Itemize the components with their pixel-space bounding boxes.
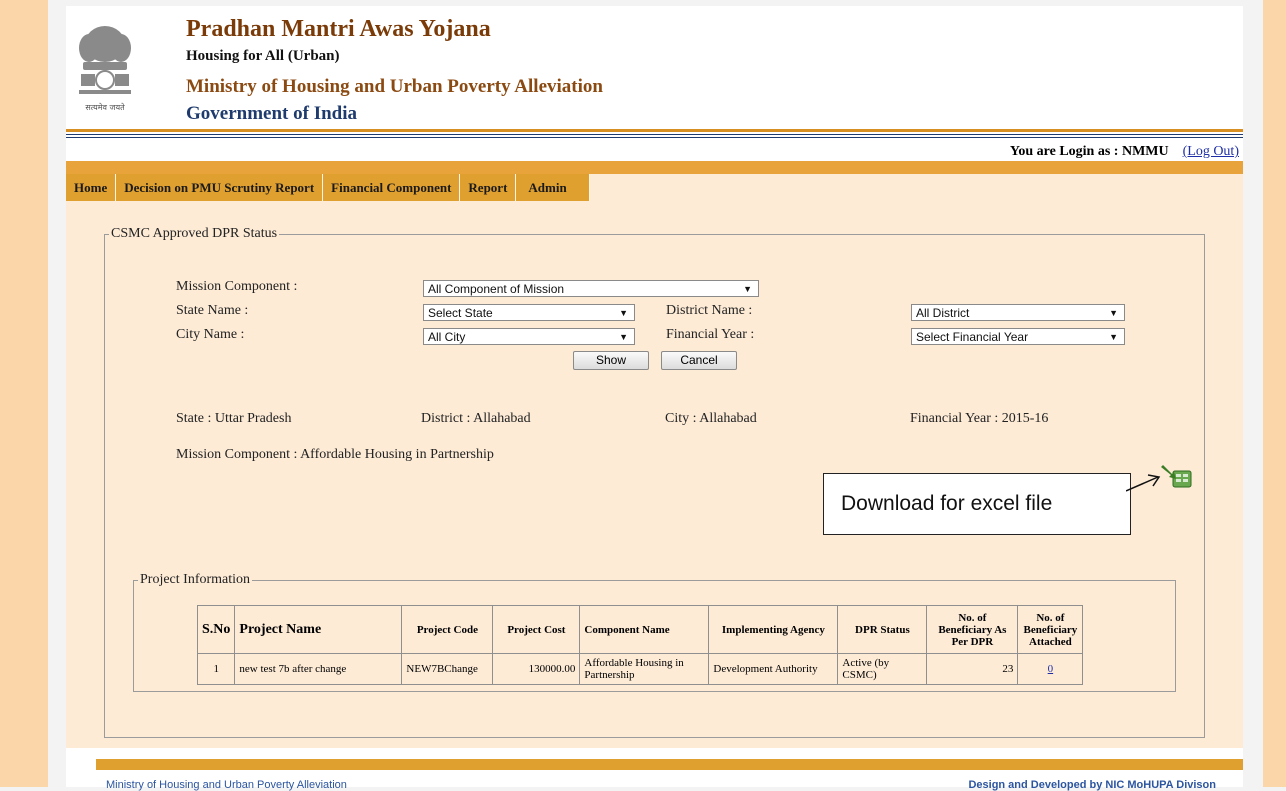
excel-download-icon[interactable] [1159, 463, 1193, 491]
emblem-motto: सत्यमेव जयते [85, 102, 125, 112]
cell-component-name: Affordable Housing in Partnership [579, 653, 710, 685]
financial-year-value: Select Financial Year [916, 330, 1029, 344]
cell-project-code: NEW7BChange [401, 653, 494, 685]
beneficiary-attached-link[interactable]: 0 [1048, 663, 1054, 675]
cell-sno: 1 [196, 653, 236, 685]
cancel-button[interactable]: Cancel [661, 351, 737, 370]
menu-item-pmu-scrutiny[interactable]: Decision on PMU Scrutiny Report [116, 174, 324, 201]
footer-credits: Design and Developed by NIC MoHUPA Divis… [968, 779, 1216, 791]
page-container: सत्यमेव जयते Pradhan Mantri Awas Yojana … [66, 6, 1243, 791]
menu-item-admin[interactable]: Admin [516, 174, 590, 201]
summary-financial-year: Financial Year : 2015-16 [910, 411, 1049, 426]
government-name: Government of India [186, 103, 357, 124]
column-header: Project Name [234, 605, 403, 654]
logout-link[interactable]: (Log Out) [1183, 144, 1239, 159]
column-header: No. of Beneficiary As Per DPR [926, 605, 1019, 654]
ministry-name: Ministry of Housing and Urban Poverty Al… [186, 76, 603, 97]
site-title: Pradhan Mantri Awas Yojana [186, 16, 491, 42]
dropdown-arrow-icon: ▼ [619, 332, 628, 342]
district-value: All District [916, 306, 970, 320]
header-divider-line [66, 137, 1243, 138]
district-label: District Name : [666, 303, 753, 318]
main-content: Home Decision on PMU Scrutiny Report Fin… [66, 161, 1243, 748]
cell-dpr-status: Active (by CSMC) [837, 653, 928, 685]
cell-beneficiary-dpr: 23 [926, 653, 1019, 685]
login-status: You are Login as : NMMU (Log Out) [1010, 144, 1239, 160]
footer-divider [96, 759, 1243, 770]
mission-component-label: Mission Component : [176, 279, 298, 294]
cell-beneficiary-attached: 0 [1017, 653, 1084, 685]
state-label: State Name : [176, 303, 249, 318]
main-menu: Home Decision on PMU Scrutiny Report Fin… [66, 174, 590, 201]
footer-ministry: Ministry of Housing and Urban Poverty Al… [106, 779, 347, 791]
city-value: All City [428, 330, 466, 344]
summary-city: City : Allahabad [665, 411, 757, 426]
menu-item-financial-component[interactable]: Financial Component [323, 174, 461, 201]
national-emblem-icon: सत्यमेव जयते [69, 18, 141, 126]
cell-project-cost: 130000.00 [492, 653, 581, 685]
callout-arrow-icon [1126, 474, 1161, 492]
state-select[interactable]: Select State ▼ [423, 304, 635, 321]
state-value: Select State [428, 306, 493, 320]
mission-component-value: All Component of Mission [428, 282, 565, 296]
dropdown-arrow-icon: ▼ [1109, 332, 1118, 342]
project-table: S.No Project Name Project Code Project C… [196, 605, 1084, 685]
column-header: No. of Beneficiary Attached [1017, 605, 1084, 654]
column-header: S.No [196, 605, 236, 654]
top-band [66, 161, 1243, 174]
header-divider-line [66, 134, 1243, 135]
column-header: Project Code [401, 605, 494, 654]
cell-implementing-agency: Development Authority [708, 653, 839, 685]
site-header: सत्यमेव जयते Pradhan Mantri Awas Yojana … [66, 6, 1243, 138]
column-header: Implementing Agency [708, 605, 839, 654]
dpr-status-legend: CSMC Approved DPR Status [111, 226, 278, 241]
left-side-panel [0, 0, 48, 787]
project-information-fieldset: Project Information S.No Project Name Pr… [133, 572, 1176, 692]
dropdown-arrow-icon: ▼ [1109, 308, 1118, 318]
mission-component-select[interactable]: All Component of Mission ▼ [423, 280, 759, 297]
summary-state: State : Uttar Pradesh [176, 411, 292, 426]
district-select[interactable]: All District ▼ [911, 304, 1125, 321]
column-header: Component Name [579, 605, 710, 654]
financial-year-label: Financial Year : [666, 327, 755, 342]
header-divider [66, 129, 1243, 132]
city-label: City Name : [176, 327, 245, 342]
table-row: 1 new test 7b after change NEW7BChange 1… [196, 653, 1084, 685]
menu-item-report[interactable]: Report [460, 174, 517, 201]
menu-item-home[interactable]: Home [66, 174, 117, 201]
summary-district: District : Allahabad [421, 411, 531, 426]
dropdown-arrow-icon: ▼ [619, 308, 628, 318]
financial-year-select[interactable]: Select Financial Year ▼ [911, 328, 1125, 345]
login-text: You are Login as : NMMU [1009, 144, 1169, 159]
dropdown-arrow-icon: ▼ [743, 284, 752, 294]
right-side-panel [1263, 0, 1286, 787]
excel-download-callout: Download for excel file [823, 473, 1131, 535]
cell-project-name: new test 7b after change [234, 653, 403, 685]
project-information-legend: Project Information [140, 572, 251, 587]
table-header-row: S.No Project Name Project Code Project C… [196, 605, 1084, 654]
show-button[interactable]: Show [573, 351, 649, 370]
column-header: Project Cost [492, 605, 581, 654]
site-subtitle: Housing for All (Urban) [186, 48, 340, 64]
city-select[interactable]: All City ▼ [423, 328, 635, 345]
summary-mission-component: Mission Component : Affordable Housing i… [176, 447, 494, 462]
column-header: DPR Status [837, 605, 928, 654]
